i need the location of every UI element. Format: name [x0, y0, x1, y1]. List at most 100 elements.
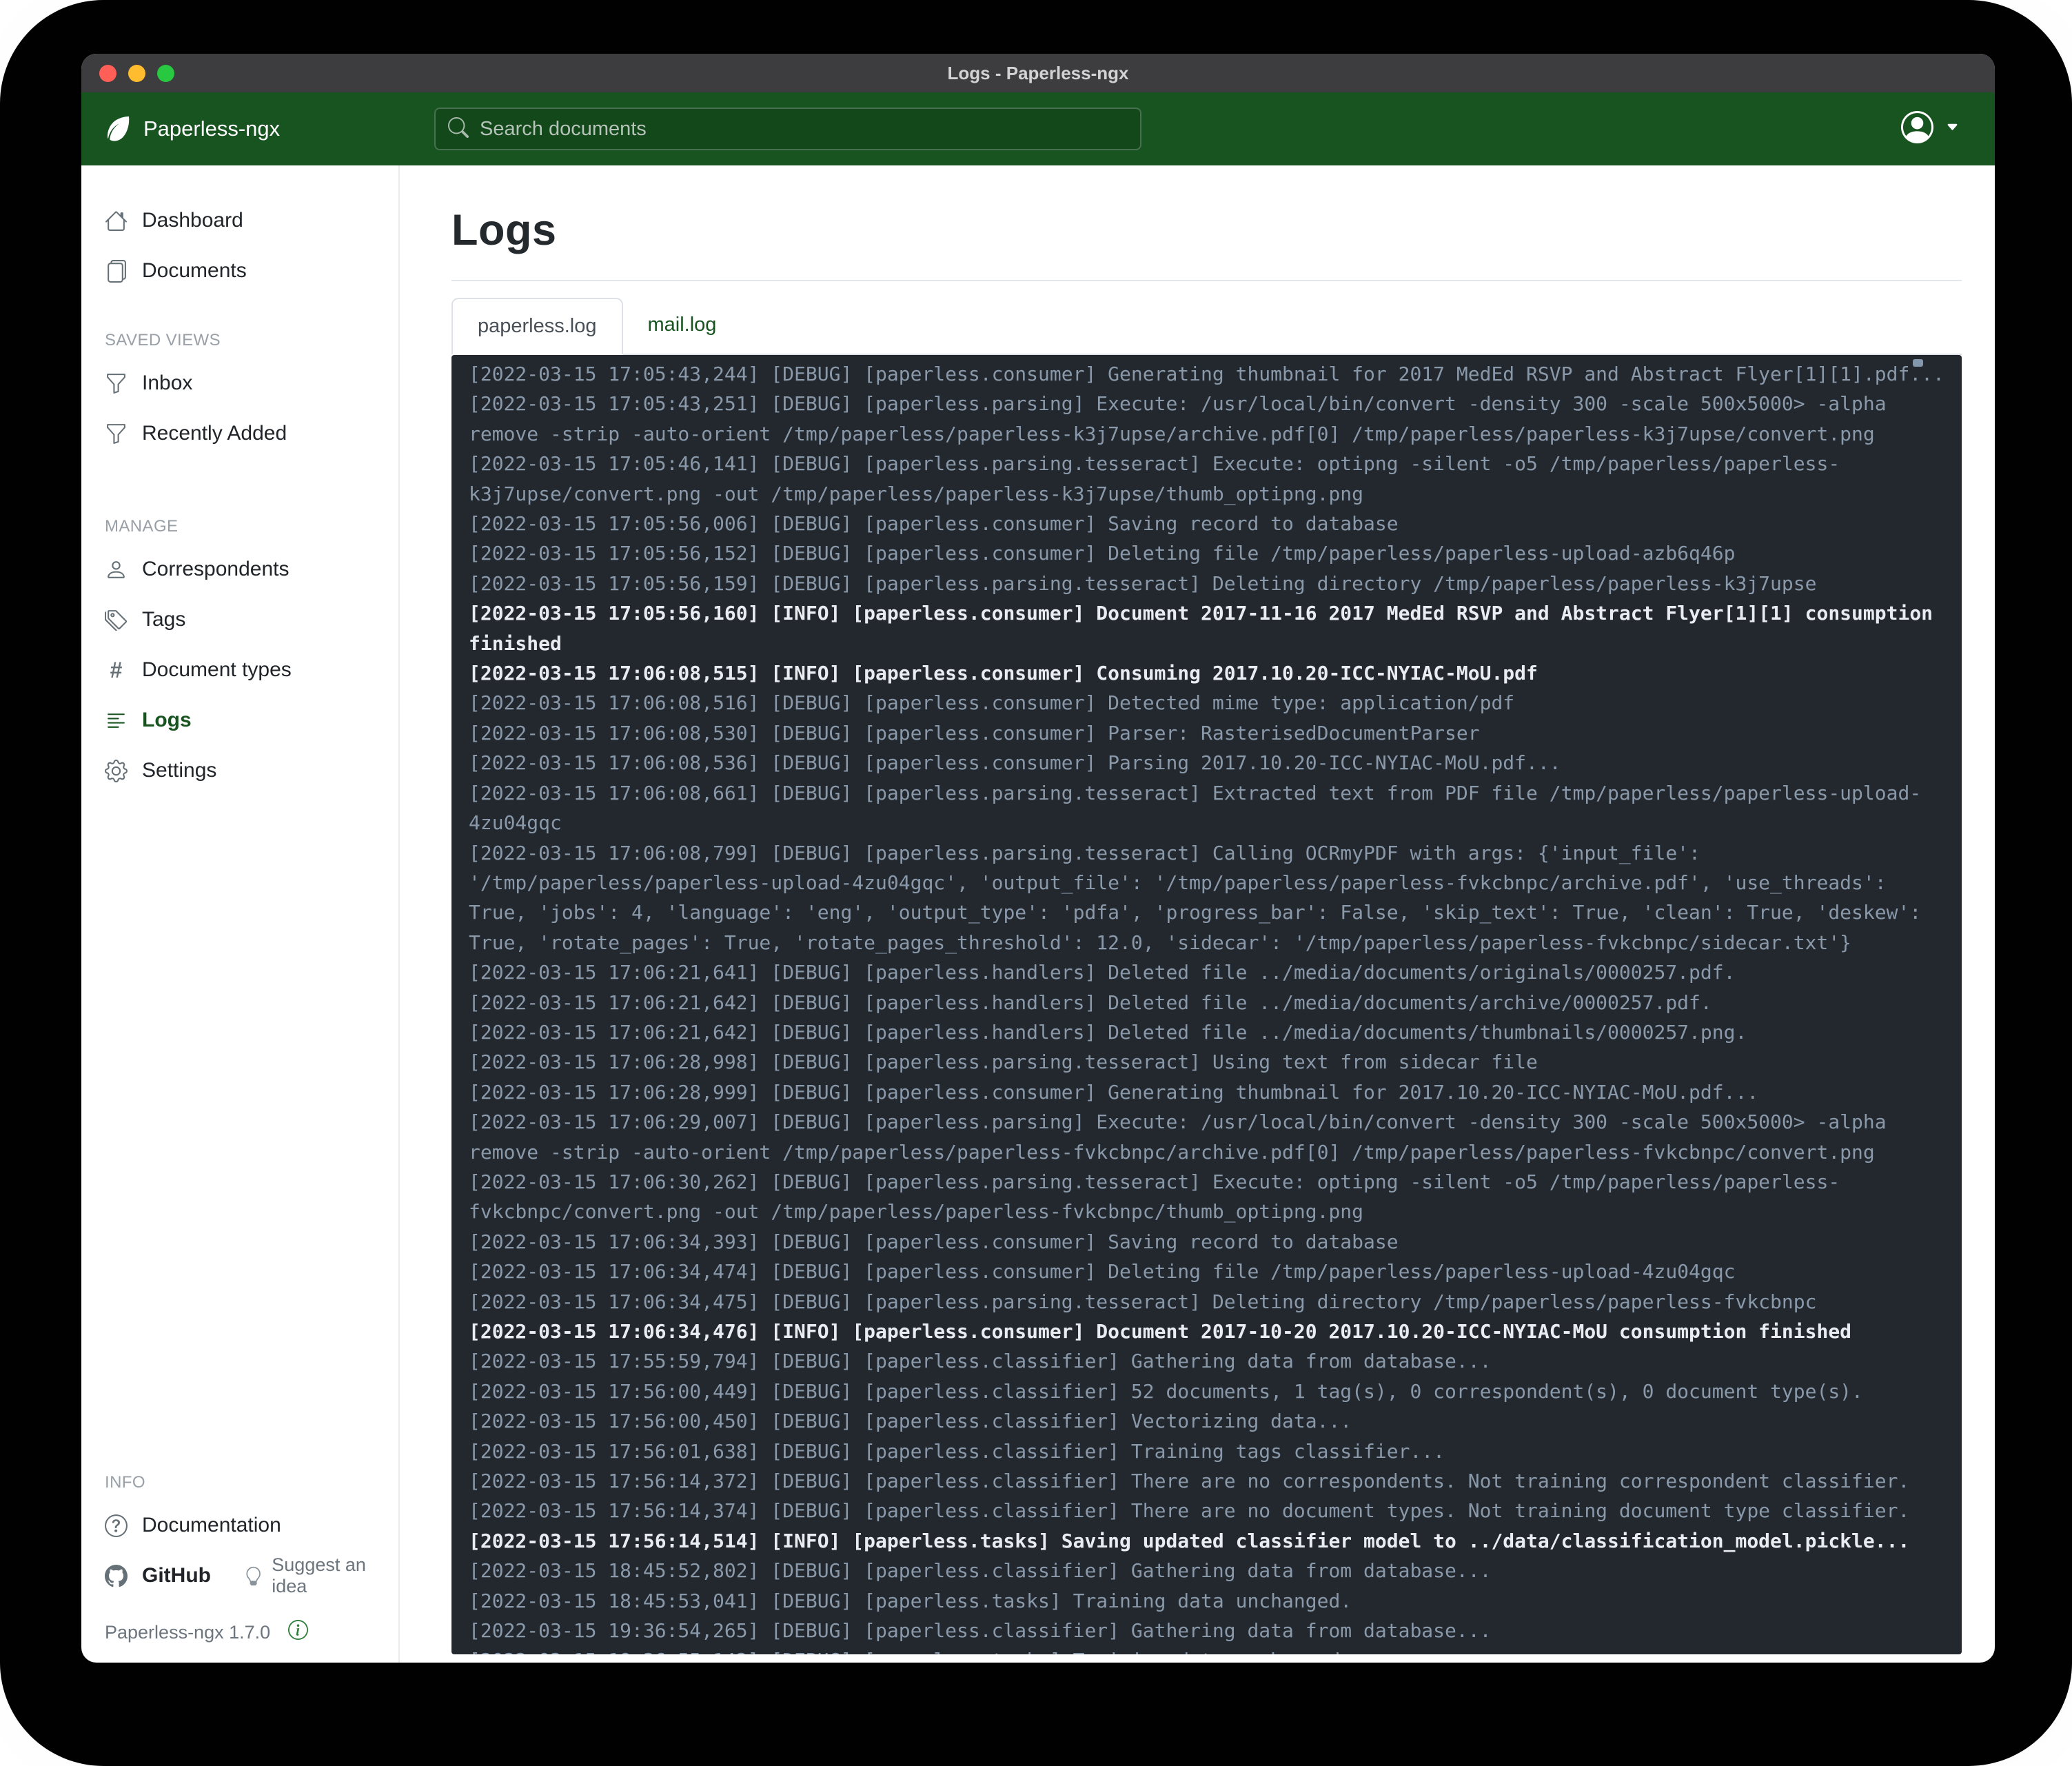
sidebar-item-label: Dashboard [142, 209, 243, 232]
log-line: [2022-03-15 17:05:43,251] [DEBUG] [paper… [469, 389, 1944, 449]
log-line: [2022-03-15 19:36:55,142] [DEBUG] [paper… [469, 1645, 1944, 1654]
log-line: [2022-03-15 17:06:08,799] [DEBUG] [paper… [469, 838, 1944, 958]
sidebar-item-label: Documents [142, 259, 247, 283]
sidebar-item-label: GitHub [142, 1564, 211, 1587]
sidebar-item-correspondents[interactable]: Correspondents [81, 547, 398, 591]
page-title: Logs [451, 205, 1962, 255]
log-line: [2022-03-15 17:56:01,638] [DEBUG] [paper… [469, 1437, 1944, 1466]
sidebar-item-recently-added[interactable]: Recently Added [81, 412, 398, 456]
log-viewer[interactable]: [2022-03-15 17:05:43,244] [DEBUG] [paper… [451, 355, 1962, 1654]
log-line: [2022-03-15 17:06:34,476] [INFO] [paperl… [469, 1317, 1944, 1346]
sidebar-item-documents[interactable]: Documents [81, 249, 398, 293]
log-line: [2022-03-15 17:05:56,006] [DEBUG] [paper… [469, 509, 1944, 538]
title-divider [451, 280, 1962, 281]
log-line: [2022-03-15 17:06:28,999] [DEBUG] [paper… [469, 1077, 1944, 1107]
sidebar-item-github[interactable]: GitHub [81, 1554, 223, 1598]
sidebar-item-label: Document types [142, 658, 292, 682]
sidebar-item-document-types[interactable]: # Document types [81, 648, 398, 692]
app-brand[interactable]: Paperless-ngx [103, 114, 280, 143]
funnel-icon [105, 423, 128, 445]
log-line: [2022-03-15 17:06:34,393] [DEBUG] [paper… [469, 1227, 1944, 1257]
app-version: Paperless-ngx 1.7.0 [81, 1620, 398, 1645]
log-line: [2022-03-15 17:06:34,475] [DEBUG] [paper… [469, 1287, 1944, 1317]
question-circle-icon [105, 1514, 128, 1537]
sidebar-item-tags[interactable]: Tags [81, 598, 398, 642]
log-line: [2022-03-15 17:55:59,794] [DEBUG] [paper… [469, 1346, 1944, 1376]
sidebar-item-label: Documentation [142, 1514, 281, 1537]
log-line: [2022-03-15 17:05:56,152] [DEBUG] [paper… [469, 538, 1944, 568]
app-window: Logs - Paperless-ngx Paperless-ngx Dashb… [81, 54, 1995, 1663]
traffic-lights [99, 54, 174, 92]
log-line: [2022-03-15 17:06:29,007] [DEBUG] [paper… [469, 1107, 1944, 1167]
github-icon [105, 1565, 128, 1587]
text-left-icon [105, 709, 128, 732]
leaf-logo-icon [103, 114, 132, 143]
log-line: [2022-03-15 17:06:30,262] [DEBUG] [paper… [469, 1167, 1944, 1227]
log-line: [2022-03-15 17:06:21,641] [DEBUG] [paper… [469, 957, 1944, 987]
brand-label: Paperless-ngx [143, 116, 280, 141]
zoom-button[interactable] [157, 65, 174, 82]
log-line: [2022-03-15 19:36:54,265] [DEBUG] [paper… [469, 1616, 1944, 1645]
log-scrollbar-thumb[interactable] [1913, 359, 1923, 367]
search-input[interactable] [480, 118, 1128, 141]
house-icon [105, 210, 128, 232]
sidebar-item-label: Inbox [142, 372, 192, 395]
log-line: [2022-03-15 17:56:00,450] [DEBUG] [paper… [469, 1406, 1944, 1436]
sidebar-item-inbox[interactable]: Inbox [81, 361, 398, 405]
sidebar-section-header: MANAGE [81, 517, 398, 536]
log-line: [2022-03-15 17:05:56,159] [DEBUG] [paper… [469, 569, 1944, 598]
tab-paperless-log[interactable]: paperless.log [451, 298, 623, 355]
sidebar-item-dashboard[interactable]: Dashboard [81, 199, 398, 243]
search-icon [448, 117, 469, 141]
log-line: [2022-03-15 17:06:08,516] [DEBUG] [paper… [469, 688, 1944, 718]
titlebar[interactable]: Logs - Paperless-ngx [81, 54, 1995, 92]
sidebar-item-label: Tags [142, 608, 185, 631]
minimize-button[interactable] [128, 65, 145, 82]
log-line: [2022-03-15 17:05:56,160] [INFO] [paperl… [469, 598, 1944, 658]
log-line: [2022-03-15 17:06:08,536] [DEBUG] [paper… [469, 748, 1944, 778]
log-line: [2022-03-15 17:06:28,998] [DEBUG] [paper… [469, 1047, 1944, 1077]
log-line: [2022-03-15 17:05:43,244] [DEBUG] [paper… [469, 359, 1944, 389]
log-line: [2022-03-15 17:56:00,449] [DEBUG] [paper… [469, 1377, 1944, 1406]
gear-icon [105, 760, 128, 782]
sidebar-item-label: Recently Added [142, 422, 287, 445]
sidebar-item-settings[interactable]: Settings [81, 749, 398, 793]
sidebar-item-logs[interactable]: Logs [81, 698, 398, 742]
sidebar-section-header: SAVED VIEWS [81, 331, 398, 350]
suggest-label: Suggest an idea [272, 1554, 398, 1597]
log-line: [2022-03-15 17:06:34,474] [DEBUG] [paper… [469, 1257, 1944, 1286]
main-content: Logs paperless.logmail.log [2022-03-15 1… [400, 165, 1995, 1663]
sidebar-item-label: Correspondents [142, 558, 289, 581]
log-line: [2022-03-15 17:56:14,514] [INFO] [paperl… [469, 1526, 1944, 1556]
hash-icon: # [105, 659, 128, 682]
sidebar-item-label: Settings [142, 759, 216, 782]
sidebar: Dashboard Documents SAVED VIEWS Inbox Recent… [81, 165, 400, 1663]
log-line: [2022-03-15 17:06:21,642] [DEBUG] [paper… [469, 1017, 1944, 1047]
sidebar-item-label: Logs [142, 709, 192, 732]
person-icon [105, 558, 128, 581]
log-line: [2022-03-15 17:06:08,661] [DEBUG] [paper… [469, 778, 1944, 838]
log-line: [2022-03-15 18:45:53,041] [DEBUG] [paper… [469, 1586, 1944, 1616]
log-line: [2022-03-15 17:06:08,530] [DEBUG] [paper… [469, 718, 1944, 748]
sidebar-section-header-info: INFO [81, 1473, 398, 1492]
info-circle-icon[interactable] [288, 1620, 308, 1645]
sidebar-item-documentation[interactable]: Documentation [81, 1503, 398, 1547]
tab-mail-log[interactable]: mail.log [623, 298, 742, 355]
user-avatar-icon [1901, 111, 1933, 147]
search-box [434, 108, 1141, 150]
log-line: [2022-03-15 18:45:52,802] [DEBUG] [paper… [469, 1556, 1944, 1585]
log-line: [2022-03-15 17:05:46,141] [DEBUG] [paper… [469, 449, 1944, 509]
app-navbar: Paperless-ngx [81, 92, 1995, 165]
log-tabs: paperless.logmail.log [451, 298, 1962, 355]
log-line: [2022-03-15 17:06:21,642] [DEBUG] [paper… [469, 988, 1944, 1017]
files-icon [105, 260, 128, 283]
chevron-down-icon [1946, 121, 1959, 137]
log-line: [2022-03-15 17:56:14,374] [DEBUG] [paper… [469, 1496, 1944, 1525]
log-line: [2022-03-15 17:56:14,372] [DEBUG] [paper… [469, 1466, 1944, 1496]
version-label: Paperless-ngx 1.7.0 [105, 1622, 270, 1643]
log-line: [2022-03-15 17:06:08,515] [INFO] [paperl… [469, 658, 1944, 688]
close-button[interactable] [99, 65, 116, 82]
user-menu[interactable] [1901, 111, 1959, 147]
log-lines: [2022-03-15 17:05:43,244] [DEBUG] [paper… [469, 359, 1944, 1654]
suggest-an-idea-link[interactable]: Suggest an idea [244, 1554, 398, 1597]
